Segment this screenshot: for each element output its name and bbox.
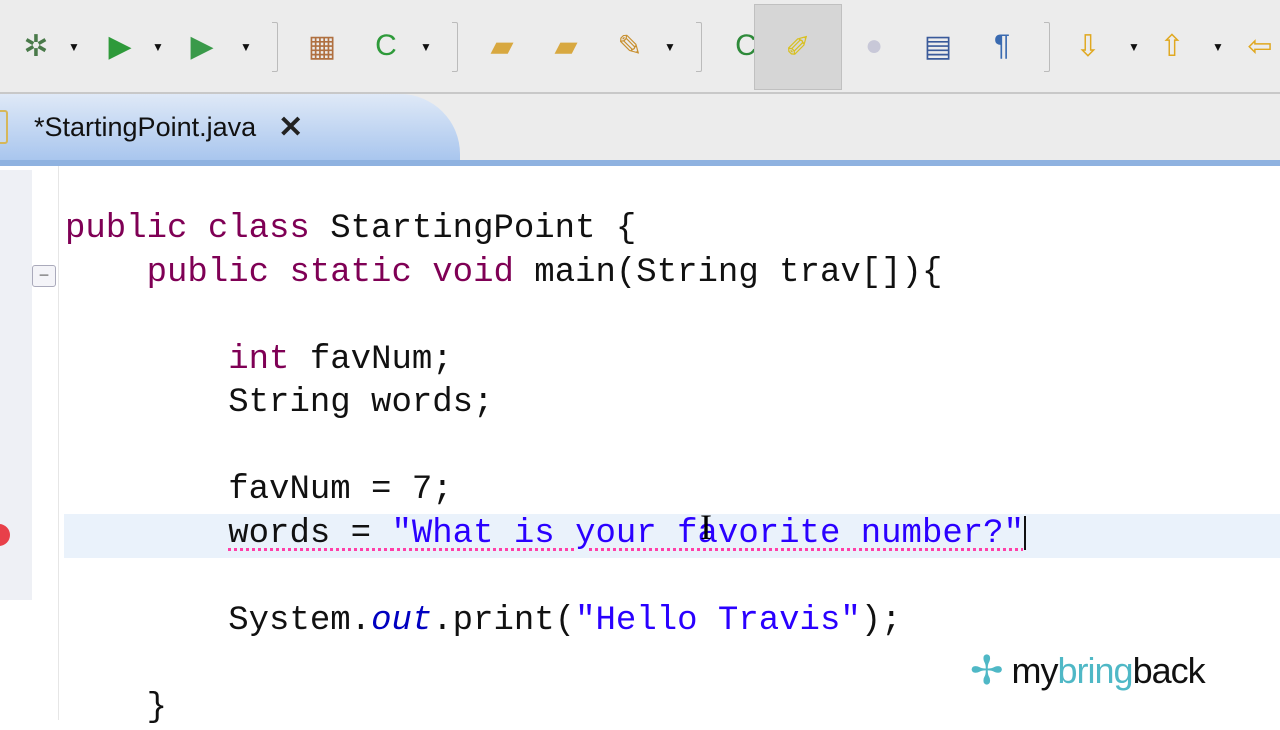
mark-occurrences-icon: ✐ [785, 30, 810, 65]
fold-collapse-icon[interactable]: − [32, 265, 56, 287]
mark-occurrences-button[interactable]: ✐ [754, 4, 842, 90]
new-java-package-button[interactable]: ▦ [300, 24, 344, 68]
open-type-button[interactable]: ▰ [480, 24, 524, 68]
search-button[interactable]: ✎ [608, 24, 652, 68]
open-type-icon: ▰ [490, 29, 513, 64]
code-line: public class StartingPoint { [65, 208, 1026, 252]
java-file-icon [0, 110, 8, 144]
open-task-button[interactable]: ▰ [544, 24, 588, 68]
close-icon[interactable]: ✕ [278, 110, 303, 145]
debug-icon: ✲ [23, 29, 48, 64]
show-source-icon: ▤ [924, 29, 952, 64]
tab-starting-point-java[interactable]: *StartingPoint.java ✕ [0, 94, 460, 160]
next-annotation-icon: ⇩ [1075, 29, 1100, 64]
editor-tab-bar: *StartingPoint.java ✕ [0, 94, 1280, 166]
run-button[interactable]: ▶ [98, 24, 142, 68]
code-line: System.out.print("Hello Travis"); [65, 600, 1026, 644]
watermark-text: mybringback [1012, 650, 1205, 692]
dropdown-arrow-icon[interactable]: ▼ [152, 40, 164, 54]
show-whitespace-icon: ¶ [994, 29, 1010, 63]
toolbar-separator [1044, 22, 1050, 72]
code-line: words = "What is your favorite number?" [65, 513, 1026, 557]
main-toolbar: ✲▶▶▦C▰▰✎C✐●▤¶⇩⇧⇦▼▼▼▼▼▼▼ [0, 0, 1280, 94]
previous-annotation-button[interactable]: ⇧ [1150, 24, 1194, 68]
run-icon: ▶ [108, 29, 131, 64]
run-external-tools-icon: ▶ [190, 29, 213, 64]
code-line: favNum = 7; [65, 469, 1026, 513]
last-edit-location-icon: ⇦ [1247, 29, 1272, 64]
next-annotation-button[interactable]: ⇩ [1066, 24, 1110, 68]
new-java-class-icon: C [375, 29, 397, 63]
mybringback-watermark: ✢ mybringback [970, 648, 1205, 694]
code-line: int favNum; [65, 339, 1026, 383]
toolbar-separator [272, 22, 278, 72]
dropdown-arrow-icon[interactable]: ▼ [68, 40, 80, 54]
new-java-package-icon: ▦ [308, 29, 336, 64]
code-text[interactable]: public class StartingPoint { public stat… [65, 208, 1026, 730]
code-line: String words; [65, 382, 1026, 426]
toggle-block-selection-button[interactable]: ● [852, 24, 896, 68]
toggle-block-selection-icon: ● [865, 29, 883, 63]
text-caret [1024, 516, 1026, 550]
code-line: public static void main(String trav[]){ [65, 252, 1026, 296]
open-task-icon: ▰ [554, 29, 577, 64]
previous-annotation-icon: ⇧ [1159, 29, 1184, 64]
dropdown-arrow-icon[interactable]: ▼ [1212, 40, 1224, 54]
text-cursor-icon: I [700, 506, 712, 548]
show-whitespace-button[interactable]: ¶ [980, 24, 1024, 68]
gutter-divider [58, 166, 59, 720]
dropdown-arrow-icon[interactable]: ▼ [240, 40, 252, 54]
code-line: } [65, 687, 1026, 730]
search-icon: ✎ [617, 29, 642, 64]
pinwheel-logo-icon: ✢ [970, 648, 1004, 694]
tab-title: *StartingPoint.java [34, 112, 256, 143]
dropdown-arrow-icon[interactable]: ▼ [420, 40, 432, 54]
last-edit-location-button[interactable]: ⇦ [1238, 24, 1280, 68]
dropdown-arrow-icon[interactable]: ▼ [1128, 40, 1140, 54]
toolbar-separator [452, 22, 458, 72]
new-java-class-button[interactable]: C [364, 24, 408, 68]
run-external-tools-button[interactable]: ▶ [180, 24, 224, 68]
show-source-button[interactable]: ▤ [916, 24, 960, 68]
toolbar-separator [696, 22, 702, 72]
debug-button[interactable]: ✲ [14, 24, 58, 68]
dropdown-arrow-icon[interactable]: ▼ [664, 40, 676, 54]
